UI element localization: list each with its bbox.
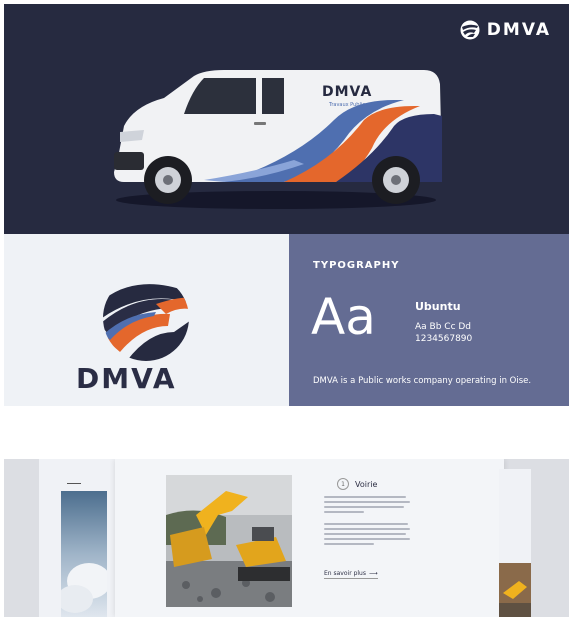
paragraph-line bbox=[324, 523, 408, 525]
paragraph-line bbox=[324, 511, 364, 513]
read-more-link[interactable]: En savoir plus ⟶ bbox=[324, 570, 378, 579]
paragraph-line bbox=[324, 543, 374, 545]
company-description: DMVA is a Public works company operating… bbox=[313, 376, 532, 386]
section-title-text: Voirie bbox=[355, 479, 378, 489]
typography-panel: TYPOGRAPHY Aa Ubuntu Aa Bb Cc Dd 1234567… bbox=[289, 234, 569, 406]
dmva-emblem-icon bbox=[460, 20, 480, 40]
excavator-photo bbox=[166, 475, 292, 607]
typography-digits: 1234567890 bbox=[415, 334, 473, 344]
center-page-preview: 1 Voirie En savoir plus ⟶ bbox=[115, 459, 504, 617]
right-page-preview bbox=[499, 469, 531, 617]
hero-banner: DMVA DMVA Travaux Publics bbox=[4, 4, 569, 234]
van-brand-text: DMVA bbox=[322, 84, 372, 100]
section-title: 1 Voirie bbox=[337, 478, 377, 490]
excavator-photo-small bbox=[499, 563, 531, 617]
read-more-label: En savoir plus bbox=[324, 570, 366, 577]
paragraph-line bbox=[324, 506, 404, 508]
paragraph-line bbox=[324, 501, 410, 503]
logo-wordmark: DMVA bbox=[76, 362, 177, 395]
van-tagline-text: Travaux Publics bbox=[328, 102, 368, 108]
hero-brand-name: DMVA bbox=[486, 20, 551, 40]
paragraph-line bbox=[324, 538, 410, 540]
paragraph-line bbox=[324, 533, 406, 535]
paragraph-line bbox=[324, 528, 410, 530]
typography-sample: Aa bbox=[311, 288, 376, 346]
sky-photo bbox=[61, 491, 107, 617]
typography-font-name: Ubuntu bbox=[415, 300, 461, 313]
left-divider bbox=[67, 483, 81, 484]
branded-van-illustration: DMVA Travaux Publics bbox=[114, 70, 442, 209]
website-mockup: 1 Voirie En savoir plus ⟶ bbox=[4, 459, 569, 617]
section-number: 1 bbox=[337, 478, 349, 490]
paragraph-line bbox=[324, 496, 406, 498]
typography-heading: TYPOGRAPHY bbox=[313, 260, 400, 271]
logo-panel: DMVA bbox=[4, 234, 289, 406]
arrow-right-icon: ⟶ bbox=[368, 570, 378, 577]
typography-alphabet: Aa Bb Cc Dd bbox=[415, 322, 472, 332]
dmva-emblem-large-icon bbox=[103, 275, 189, 361]
hero-brand-logo: DMVA bbox=[460, 20, 551, 40]
